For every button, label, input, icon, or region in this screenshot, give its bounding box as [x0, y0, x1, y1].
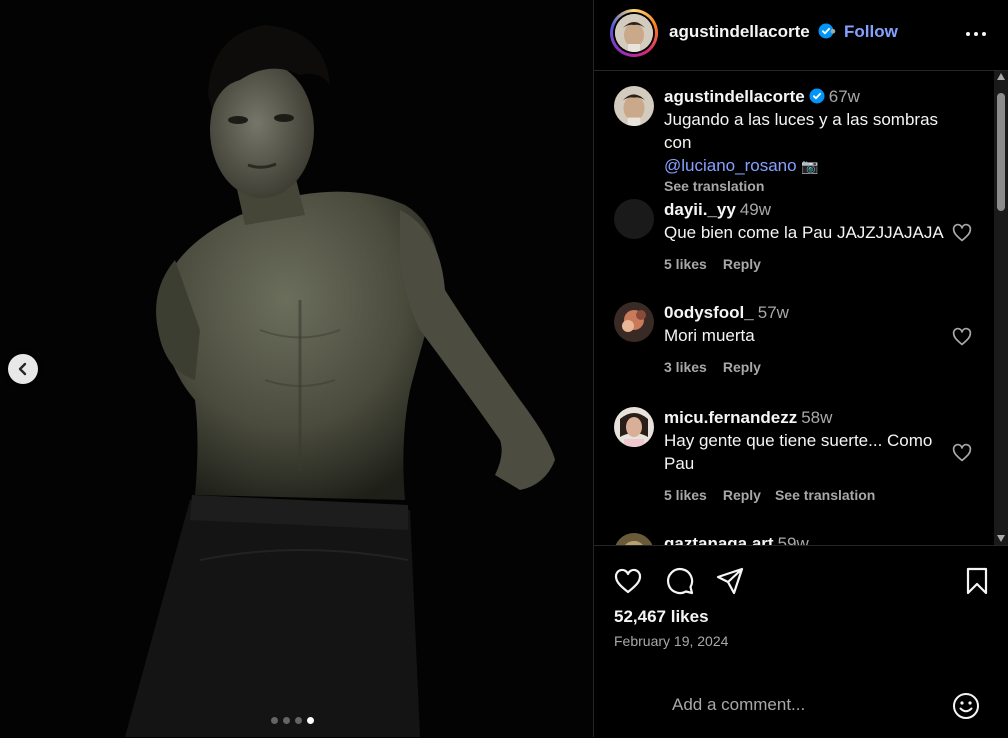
separator-dot: • [830, 22, 836, 41]
follow-button[interactable]: Follow [844, 22, 898, 42]
comment-likes[interactable]: 3 likes [664, 359, 707, 375]
comment-username[interactable]: gaztanaga.art [664, 534, 774, 545]
carousel-dot[interactable] [283, 717, 290, 724]
comment-username[interactable]: micu.fernandezz [664, 408, 797, 427]
camera-emoji: 📷 [801, 158, 819, 174]
comment-likes[interactable]: 5 likes [664, 256, 707, 272]
carousel-dots [271, 717, 314, 724]
carousel-dot-active[interactable] [307, 717, 314, 724]
comment-time[interactable]: 59w [778, 534, 809, 545]
post-media [0, 0, 593, 737]
carousel-prev-button[interactable] [8, 354, 38, 384]
avatar [615, 14, 653, 52]
comment-text: Que bien come la Pau JAJZJJAJAJA [664, 223, 944, 242]
likes-count[interactable]: 52,467 likes [614, 607, 709, 627]
username-text: agustindellacorte [669, 22, 810, 41]
scroll-thumb[interactable] [997, 93, 1005, 211]
comment-text: Mori muerta [664, 326, 755, 345]
reply-button[interactable]: Reply [723, 487, 761, 503]
comments-scrollbar[interactable] [994, 71, 1008, 545]
bookmark-icon[interactable] [962, 566, 992, 596]
scroll-up-arrow[interactable] [997, 73, 1005, 80]
share-icon[interactable] [715, 566, 745, 596]
comment-time[interactable]: 58w [801, 408, 832, 427]
story-ring[interactable] [610, 9, 658, 57]
post-actions: 52,467 likes February 19, 2024 [594, 545, 1008, 738]
comment-username[interactable]: 0odysfool_ [664, 303, 754, 322]
carousel-dot[interactable] [271, 717, 278, 724]
see-translation-link[interactable]: See translation [664, 178, 964, 194]
comment-time[interactable]: 57w [758, 303, 789, 322]
reply-button[interactable]: Reply [723, 256, 761, 272]
post-header: agustindellacorte • Follow [594, 0, 1008, 71]
avatar[interactable] [614, 533, 654, 545]
heart-icon[interactable] [952, 443, 972, 463]
comment-username[interactable]: dayii._yy [664, 200, 736, 219]
scroll-down-arrow[interactable] [997, 535, 1005, 542]
comment-time[interactable]: 49w [740, 200, 771, 219]
post-author-username[interactable]: agustindellacorte [669, 22, 834, 42]
comment-likes[interactable]: 5 likes [664, 487, 707, 503]
more-icon[interactable] [964, 24, 988, 44]
avatar[interactable] [614, 199, 654, 239]
see-translation-link[interactable]: See translation [775, 487, 875, 503]
caption-text: Jugando a las luces y a las sombras con … [664, 108, 964, 178]
mention-link[interactable]: @luciano_rosano [664, 156, 797, 175]
avatar[interactable] [614, 407, 654, 447]
post-side-panel: agustindellacorte • Follow agustindellac… [593, 0, 1008, 737]
emoji-icon[interactable] [952, 692, 980, 720]
comment-time[interactable]: 67w [829, 87, 860, 106]
avatar[interactable] [614, 302, 654, 342]
caption-body: Jugando a las luces y a las sombras con [664, 110, 939, 152]
heart-icon[interactable] [952, 327, 972, 347]
comment-text: Hay gente que tiene suerte... Como Pau [664, 431, 933, 473]
post-photo [0, 0, 593, 737]
comment-username[interactable]: agustindellacorte [664, 87, 805, 106]
verified-icon [809, 88, 825, 104]
chevron-left-icon [18, 362, 27, 376]
comment-icon[interactable] [665, 566, 695, 596]
heart-icon[interactable] [613, 566, 643, 596]
heart-icon[interactable] [952, 223, 972, 243]
comments-list[interactable]: agustindellacorte 67w Jugando a las luces… [594, 71, 1008, 545]
post-date[interactable]: February 19, 2024 [614, 633, 728, 649]
reply-button[interactable]: Reply [723, 359, 761, 375]
avatar[interactable] [614, 86, 654, 126]
add-comment-input[interactable] [670, 694, 934, 716]
carousel-dot[interactable] [295, 717, 302, 724]
